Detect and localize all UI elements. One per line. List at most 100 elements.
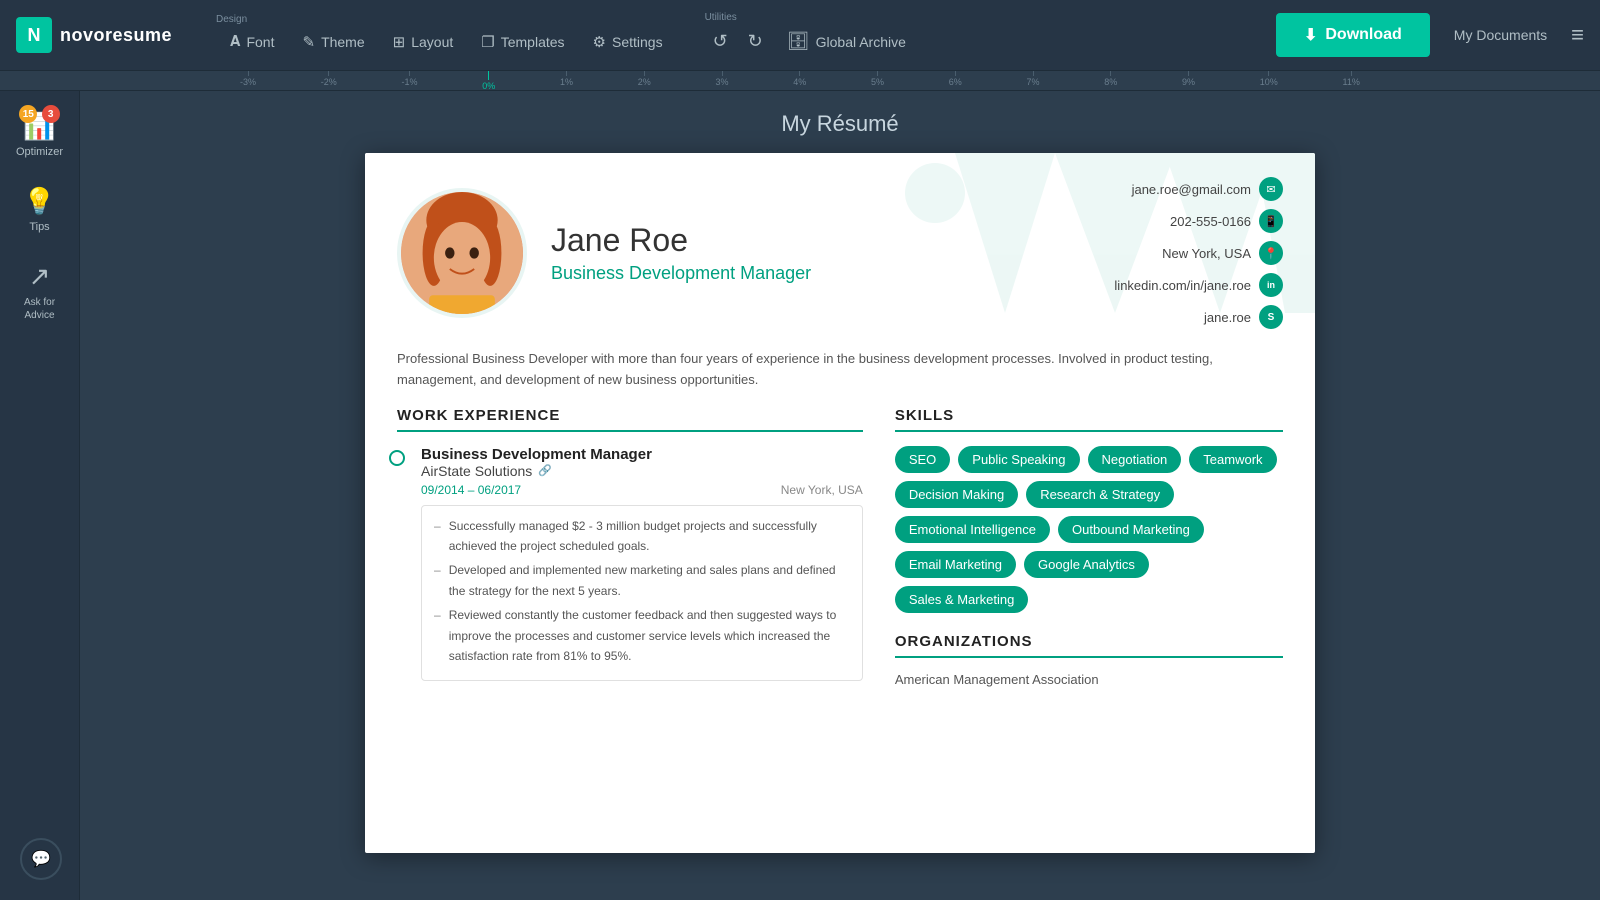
ruler-mark: -3%	[240, 71, 256, 91]
global-archive-button[interactable]: 🗄 Global Archive	[775, 25, 918, 58]
company-link-icon: 🔗	[538, 464, 552, 477]
contact-linkedin: linkedin.com/in/jane.roe	[1114, 278, 1251, 293]
resume-body: WORK EXPERIENCE Business Development Man…	[365, 407, 1315, 698]
skill-tag: Email Marketing	[895, 551, 1016, 578]
font-icon: 𝐀	[230, 33, 240, 50]
resume-job-title: Business Development Manager	[551, 263, 811, 284]
badge-container: 📊 15 3	[23, 111, 55, 142]
ruler-mark: 11%	[1343, 71, 1360, 91]
sidebar-item-optimizer[interactable]: 📊 15 3 Optimizer	[4, 99, 76, 170]
logo-icon: N	[16, 17, 52, 53]
layout-icon: ⊞	[393, 33, 406, 51]
templates-label: Templates	[501, 34, 565, 50]
design-label: Design	[216, 14, 247, 25]
company-name: AirState Solutions	[421, 463, 532, 479]
redo-button[interactable]: ↻	[740, 27, 771, 56]
ruler-mark: 10%	[1260, 71, 1278, 91]
ruler-mark: 9%	[1182, 71, 1195, 91]
skill-tag: Google Analytics	[1024, 551, 1149, 578]
sidebar-item-advice[interactable]: ↗ Ask for Advice	[4, 249, 76, 334]
contact-email-row: jane.roe@gmail.com ✉	[1132, 177, 1283, 201]
bullet-dash: –	[434, 605, 441, 666]
contact-location: New York, USA	[1162, 246, 1251, 261]
content-area: My Résumé	[80, 91, 1600, 900]
linkedin-icon: in	[1259, 273, 1283, 297]
layout-nav-item[interactable]: ⊞ Layout	[379, 27, 468, 57]
ruler-mark: 6%	[949, 71, 962, 91]
page-title: My Résumé	[781, 111, 898, 137]
download-label: Download	[1325, 26, 1401, 44]
ruler-mark: 7%	[1027, 71, 1040, 91]
bullet-text-2: Developed and implemented new marketing …	[449, 560, 850, 601]
job-entry: Business Development Manager AirState So…	[397, 446, 863, 682]
bullet-text-1: Successfully managed $2 - 3 million budg…	[449, 516, 850, 557]
skill-tag: Emotional Intelligence	[895, 516, 1050, 543]
ruler-mark: 2%	[638, 71, 651, 91]
ruler-mark: 3%	[716, 71, 729, 91]
bullet-dash: –	[434, 560, 441, 601]
summary-text: Professional Business Developer with mor…	[397, 349, 1283, 391]
right-panel: SKILLS SEO Public Speaking Negotiation T…	[895, 407, 1283, 698]
settings-nav-item[interactable]: ⚙ Settings	[579, 27, 677, 57]
contact-skype: jane.roe	[1204, 310, 1251, 325]
ruler-mark: 5%	[871, 71, 884, 91]
utilities-group: Utilities ↺ ↻ 🗄 Global Archive	[705, 12, 918, 58]
job-meta: 09/2014 – 06/2017 New York, USA	[421, 483, 863, 497]
contact-phone: 202-555-0166	[1170, 214, 1251, 229]
undo-button[interactable]: ↺	[705, 27, 736, 56]
theme-nav-item[interactable]: ✎ Theme	[288, 27, 378, 57]
contact-email: jane.roe@gmail.com	[1132, 182, 1251, 197]
skill-tag: Sales & Marketing	[895, 586, 1029, 613]
job-bullets: – Successfully managed $2 - 3 million bu…	[421, 505, 863, 682]
contact-skype-row: jane.roe S	[1204, 305, 1283, 329]
download-icon: ⬇	[1304, 25, 1317, 45]
avatar	[397, 188, 527, 318]
contact-phone-row: 202-555-0166 📱	[1170, 209, 1283, 233]
resume-header: Jane Roe Business Development Manager ja…	[365, 153, 1315, 349]
job-bullet-2: – Developed and implemented new marketin…	[434, 560, 850, 601]
tips-label: Tips	[29, 221, 49, 233]
theme-icon: ✎	[302, 33, 315, 51]
job-location: New York, USA	[781, 483, 863, 497]
resume-summary: Professional Business Developer with mor…	[365, 349, 1315, 407]
job-company: AirState Solutions 🔗	[421, 463, 863, 479]
logo[interactable]: N novoresume	[16, 17, 196, 53]
contact-section: jane.roe@gmail.com ✉ 202-555-0166 📱 New …	[1114, 177, 1283, 329]
ruler-marks: -3% -2% -1% 0% 1% 2% 3% 4% 5% 6% 7% 8% 9…	[240, 71, 1360, 91]
main-layout: 📊 15 3 Optimizer 💡 Tips ↗ Ask for Advice…	[0, 91, 1600, 900]
left-sidebar: 📊 15 3 Optimizer 💡 Tips ↗ Ask for Advice…	[0, 91, 80, 900]
sidebar-item-tips[interactable]: 💡 Tips	[4, 174, 76, 245]
chat-bubble-button[interactable]: 💬	[20, 838, 62, 880]
skill-tag: Negotiation	[1088, 446, 1182, 473]
font-nav-item[interactable]: 𝐀 Font	[216, 27, 288, 57]
logo-text: novoresume	[60, 25, 172, 46]
design-group: Design 𝐀 Font ✎ Theme ⊞ Layout ❐ Templat…	[216, 14, 677, 57]
job-dates: 09/2014 – 06/2017	[421, 483, 521, 497]
ruler-mark: 4%	[793, 71, 806, 91]
skills-section: SKILLS SEO Public Speaking Negotiation T…	[895, 407, 1283, 613]
templates-nav-item[interactable]: ❐ Templates	[467, 27, 578, 57]
skills-heading: SKILLS	[895, 407, 1283, 432]
global-archive-label: Global Archive	[816, 34, 906, 50]
skill-tag: Public Speaking	[958, 446, 1079, 473]
utilities-label: Utilities	[705, 12, 737, 23]
optimizer-label: Optimizer	[16, 146, 63, 158]
skill-tag: Decision Making	[895, 481, 1018, 508]
download-button[interactable]: ⬇ Download	[1276, 13, 1430, 57]
resume-document: Jane Roe Business Development Manager ja…	[365, 153, 1315, 853]
location-icon: 📍	[1259, 241, 1283, 265]
ruler-mark: 8%	[1104, 71, 1117, 91]
skills-tags: SEO Public Speaking Negotiation Teamwork…	[895, 446, 1283, 613]
job-bullet-1: – Successfully managed $2 - 3 million bu…	[434, 516, 850, 557]
tips-icon: 💡	[23, 186, 55, 217]
skill-tag: SEO	[895, 446, 950, 473]
phone-icon: 📱	[1259, 209, 1283, 233]
work-experience-heading: WORK EXPERIENCE	[397, 407, 863, 432]
skill-tag: Outbound Marketing	[1058, 516, 1204, 543]
hamburger-menu[interactable]: ≡	[1571, 22, 1584, 48]
my-documents-link[interactable]: My Documents	[1438, 21, 1563, 49]
org-name: American Management Association	[895, 672, 1283, 687]
ruler: -3% -2% -1% 0% 1% 2% 3% 4% 5% 6% 7% 8% 9…	[0, 71, 1600, 91]
templates-icon: ❐	[481, 33, 494, 51]
layout-label: Layout	[411, 34, 453, 50]
